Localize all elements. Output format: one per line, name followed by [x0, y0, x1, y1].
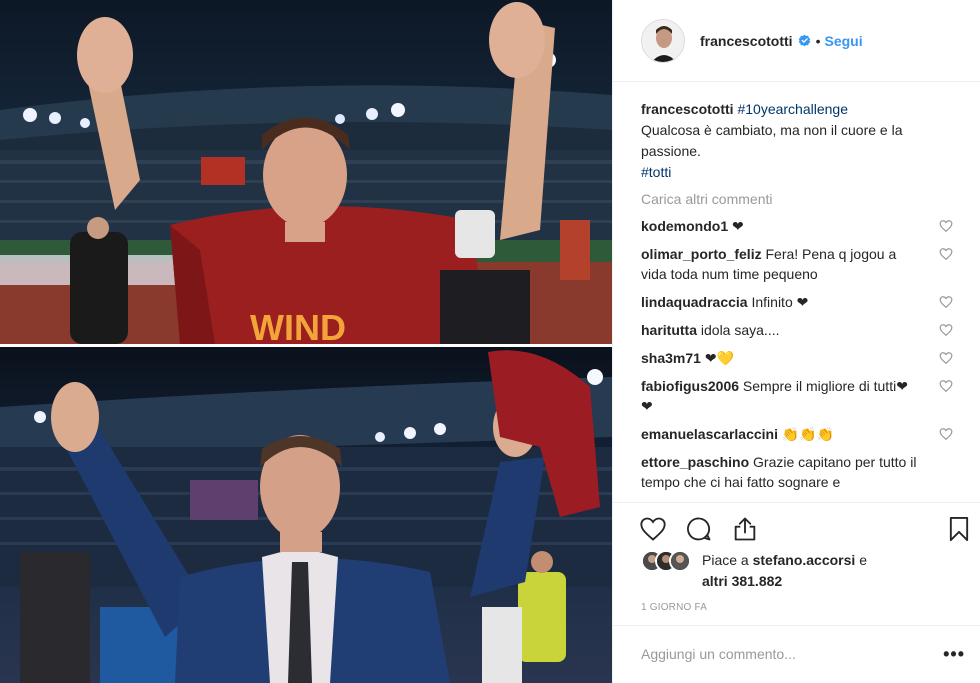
header-dot: •: [815, 32, 821, 49]
svg-text:WIND: WIND: [250, 307, 346, 344]
heart-icon[interactable]: [939, 379, 953, 393]
load-more-comments-button[interactable]: Carica altri commenti: [641, 191, 953, 207]
likes-prefix: Piace a: [702, 552, 749, 568]
comment-row: ettore_paschino Grazie capitano per tutt…: [641, 452, 953, 492]
comment-username[interactable]: olimar_porto_feliz: [641, 246, 762, 262]
comment-row: haritutta idola saya....: [641, 320, 953, 340]
header-username[interactable]: francescototti: [700, 33, 793, 49]
follow-button[interactable]: Segui: [824, 33, 862, 49]
comment-text: ❤: [732, 218, 744, 234]
likes-count[interactable]: altri 381.882: [702, 573, 782, 589]
share-icon[interactable]: [731, 515, 759, 543]
likes-text: Piace a stefano.accorsi e altri 381.882: [702, 550, 952, 592]
post-timestamp[interactable]: 1 GIORNO FA: [641, 602, 707, 613]
comment-username[interactable]: fabiofigus2006: [641, 378, 739, 394]
comment-text: 👏👏👏: [781, 426, 835, 442]
heart-icon[interactable]: [939, 247, 953, 261]
comment-row: kodemondo1 ❤: [641, 216, 953, 236]
caption-username[interactable]: francescototti: [641, 101, 734, 117]
comment-text: idola saya....: [700, 322, 780, 338]
comment-username[interactable]: ettore_paschino: [641, 454, 749, 470]
comment-username[interactable]: emanuelascarlaccini: [641, 426, 778, 442]
comment-username[interactable]: lindaquadraccia: [641, 294, 748, 310]
add-comment-bar: •••: [613, 625, 980, 683]
comment-username[interactable]: sha3m71: [641, 350, 701, 366]
post-media[interactable]: WIND: [0, 0, 612, 683]
post-header: francescototti • Segui: [613, 0, 980, 82]
post-photo-top: WIND: [0, 0, 612, 344]
comment-row: sha3m71 ❤💛: [641, 348, 953, 368]
comment-input[interactable]: [641, 646, 901, 662]
caption-hashtag[interactable]: #10yearchallenge: [737, 101, 848, 117]
heart-icon[interactable]: [639, 515, 667, 543]
liker-avatars[interactable]: [641, 550, 697, 574]
comment-row: fabiofigus2006 Sempre il migliore di tut…: [641, 376, 953, 416]
comment-text: Infinito ❤: [751, 294, 809, 310]
likes-connector: e: [859, 552, 867, 568]
verified-badge-icon: [798, 34, 810, 47]
avatar: [669, 550, 691, 572]
comment-row: lindaquadraccia Infinito ❤: [641, 292, 953, 312]
heart-icon[interactable]: [939, 323, 953, 337]
instagram-post: WIND francescototti • Segui francescotot…: [0, 0, 980, 683]
post-sidebar: francescototti • Segui francescototti #1…: [612, 0, 980, 683]
comment-row: olimar_porto_feliz Fera! Pena q jogou a …: [641, 244, 953, 284]
comment-username[interactable]: kodemondo1: [641, 218, 728, 234]
heart-icon[interactable]: [939, 351, 953, 365]
comment-row: emanuelascarlaccini 👏👏👏: [641, 424, 953, 444]
heart-icon[interactable]: [939, 295, 953, 309]
comment-username[interactable]: haritutta: [641, 322, 697, 338]
action-bar: [613, 502, 980, 552]
liker-username[interactable]: stefano.accorsi: [753, 552, 856, 568]
comments-list[interactable]: francescototti #10yearchallenge Qualcosa…: [613, 96, 980, 501]
caption-hashtag[interactable]: #totti: [641, 164, 671, 180]
comment-bubble-icon[interactable]: [685, 515, 713, 543]
comment-text: ❤💛: [704, 350, 734, 366]
avatar[interactable]: [641, 18, 685, 63]
caption-text: Qualcosa è cambiato, ma non il cuore e l…: [641, 122, 903, 159]
heart-icon[interactable]: [939, 427, 953, 441]
post-photo-bottom: [0, 347, 612, 683]
more-options-icon[interactable]: •••: [943, 644, 965, 665]
heart-icon[interactable]: [939, 219, 953, 233]
bookmark-icon[interactable]: [945, 515, 973, 543]
post-caption: francescototti #10yearchallenge Qualcosa…: [641, 99, 953, 183]
